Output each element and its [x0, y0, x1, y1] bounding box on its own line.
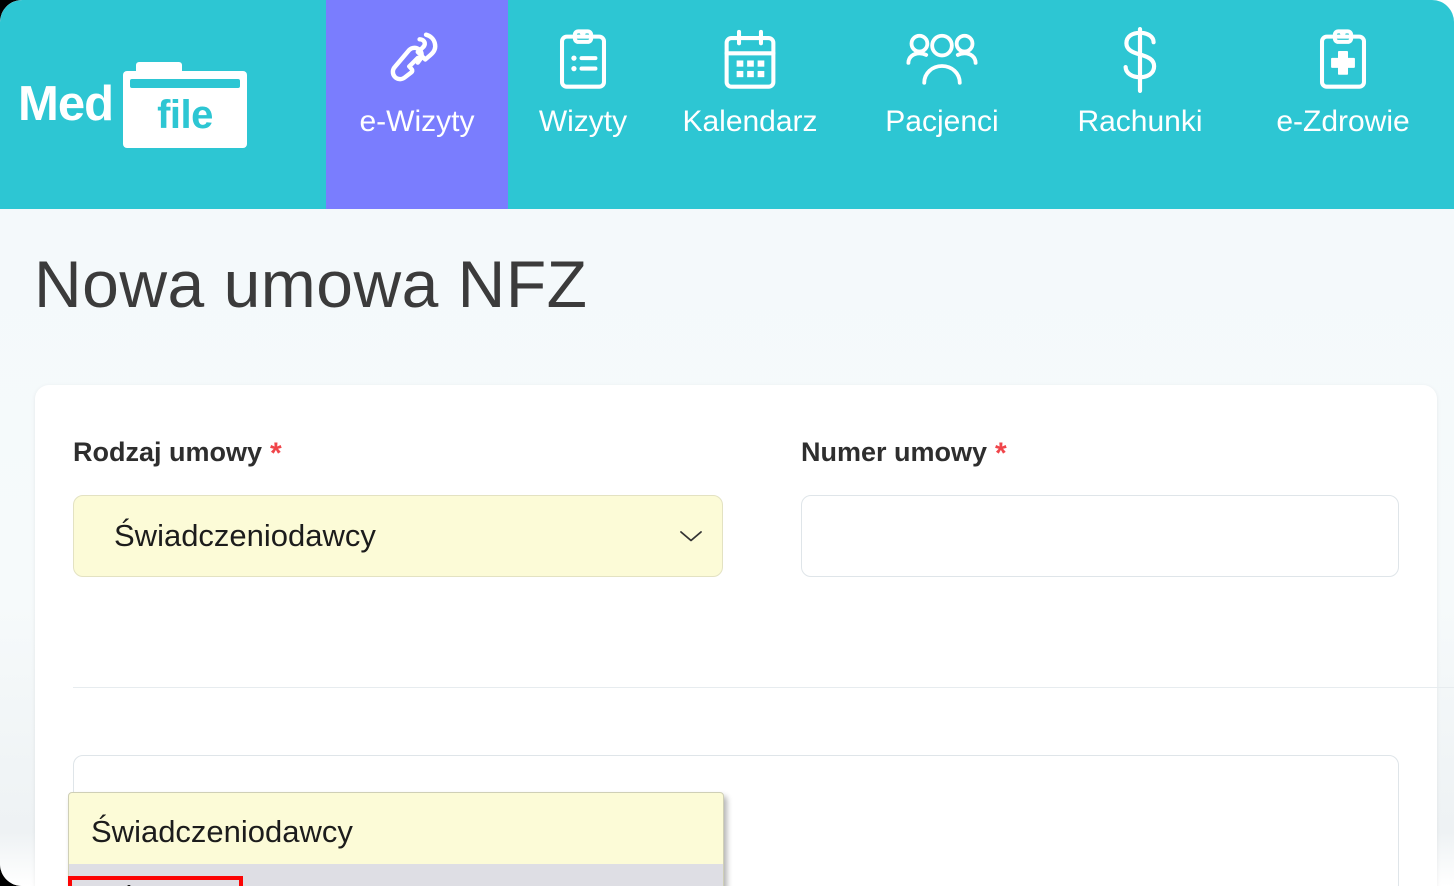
dropdown-option-lekarza[interactable]: Lekarza: [69, 864, 723, 886]
dropdown-rodzaj-umowy-options[interactable]: Świadczeniodawcy Lekarza: [68, 792, 724, 886]
brand-text-med: Med: [18, 77, 114, 131]
nav-item-kalendarz[interactable]: Kalendarz: [658, 0, 842, 209]
nav-label-e-zdrowie: e-Zdrowie: [1276, 105, 1410, 138]
page-content: Nowa umowa NFZ Rodzaj umowy * Świadczenio…: [0, 209, 1454, 886]
nav-item-e-wizyty[interactable]: e-Wizyty: [326, 0, 508, 209]
navigation-items: e-Wizyty Wizyty Kalendarz Pacjenci Rachu…: [326, 0, 1454, 209]
nav-label-rachunki: Rachunki: [1077, 105, 1203, 138]
nav-item-wizyty[interactable]: Wizyty: [508, 0, 658, 209]
required-asterisk-rodzaj: *: [270, 437, 282, 470]
clipboard-medical-icon: [1315, 24, 1371, 96]
section-divider: [73, 687, 1454, 688]
chevron-down-icon: [678, 523, 704, 549]
required-asterisk-numer: *: [995, 437, 1007, 470]
calendar-icon: [720, 24, 780, 96]
dropdown-option-label: Świadczeniodawcy: [91, 813, 353, 849]
page-title: Nowa umowa NFZ: [34, 247, 588, 321]
select-rodzaj-umowy[interactable]: Świadczeniodawcy: [73, 495, 723, 577]
brand-text-file: file: [157, 92, 213, 137]
clipboard-list-icon: [555, 24, 611, 96]
app-window: Med file e-Wizyty Wizyty Kalendarz Pacje…: [0, 0, 1454, 886]
folder-icon: file: [123, 61, 247, 148]
input-numer-umowy[interactable]: [801, 495, 1399, 577]
dropdown-option-label: Lekarza: [91, 877, 201, 886]
nav-label-pacjenci: Pacjenci: [885, 105, 999, 138]
nav-item-e-zdrowie[interactable]: e-Zdrowie: [1238, 0, 1448, 209]
label-numer-umowy: Numer umowy *: [801, 435, 1007, 471]
nav-label-kalendarz: Kalendarz: [682, 105, 818, 138]
brand-lockup: Med file: [18, 61, 247, 148]
brand-logo-medfile[interactable]: Med file: [0, 0, 326, 209]
nav-item-pacjenci[interactable]: Pacjenci: [842, 0, 1042, 209]
label-numer-umowy-text: Numer umowy: [801, 437, 988, 467]
dropdown-option-swiadczeniodawcy[interactable]: Świadczeniodawcy: [69, 799, 723, 864]
people-group-icon: [906, 24, 978, 96]
nav-label-e-wizyty: e-Wizyty: [359, 105, 475, 138]
nav-label-wizyty: Wizyty: [538, 105, 628, 138]
label-rodzaj-umowy: Rodzaj umowy *: [73, 435, 282, 471]
top-navigation-bar: Med file e-Wizyty Wizyty Kalendarz Pacje…: [0, 0, 1454, 209]
nav-item-rachunki[interactable]: Rachunki: [1042, 0, 1238, 209]
folder-slot-shape: [130, 78, 240, 88]
dollar-sign-icon: [1116, 24, 1164, 96]
label-rodzaj-umowy-text: Rodzaj umowy: [73, 437, 263, 467]
phone-handset-icon: [386, 24, 448, 96]
select-rodzaj-umowy-value: Świadczeniodawcy: [114, 518, 376, 553]
